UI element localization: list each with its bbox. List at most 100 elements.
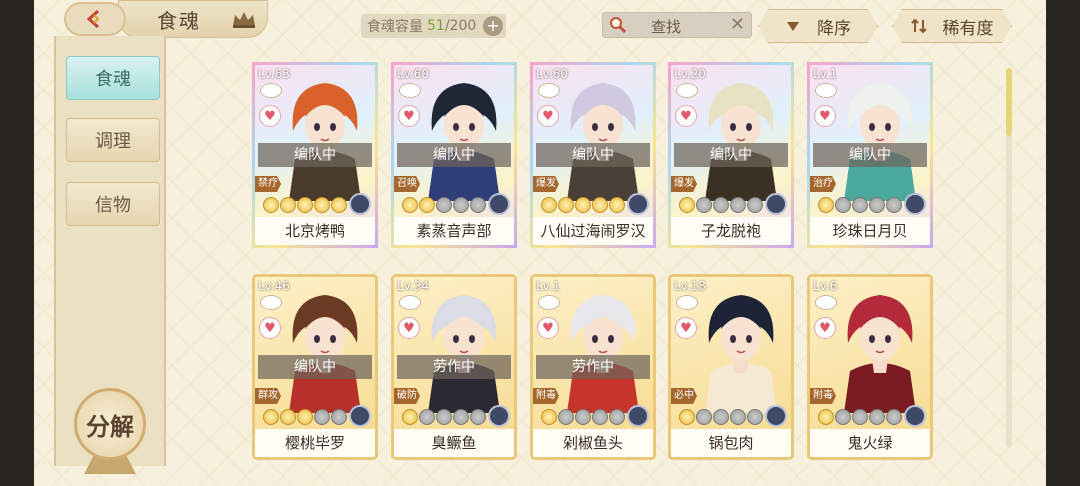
level-label: Lv.46 [258,279,290,293]
chibi-icon [815,295,837,310]
star-icon [402,197,418,213]
status-banner: 劳作中 [536,355,650,379]
food-soul-card[interactable]: Lv.1 ♥ 劳作中 附毒 剁椒鱼头 [530,274,656,460]
heart-icon[interactable]: ♥ [814,317,836,339]
star-empty-icon [609,409,625,425]
add-capacity-button[interactable]: + [483,16,503,36]
star-empty-icon [575,409,591,425]
star-icon [263,197,279,213]
star-empty-icon [730,409,746,425]
chibi-icon [260,83,282,98]
star-empty-icon [453,197,469,213]
star-icon [263,409,279,425]
decompose-button[interactable]: 分解 [74,388,146,460]
status-banner: 编队中 [813,143,927,167]
chibi-icon [260,295,282,310]
swap-sort-icon [911,18,927,34]
star-empty-icon [696,197,712,213]
back-arrow-icon [86,9,100,29]
star-empty-icon [331,409,347,425]
character-portrait [844,83,916,201]
chibi-icon [538,83,560,98]
page-title: 食魂 [157,8,201,33]
role-badge: 爆发 [533,176,559,192]
scrollbar-thumb[interactable] [1006,68,1012,136]
character-portrait [428,83,500,201]
star-icon [818,197,834,213]
food-soul-card[interactable]: Lv.1 ♥ 编队中 治疗 珍珠日月贝 [807,62,933,248]
star-empty-icon [835,197,851,213]
food-soul-card[interactable]: Lv.60 ♥ 编队中 召唤 素蒸音声部 [391,62,517,248]
rarity-medal-icon [488,193,510,215]
game-screen: 食魂 食魂容量 51 /200 + 查找 ✕ 降序 稀有度 食魂 调理 信物 分… [34,0,1046,486]
star-empty-icon [713,197,729,213]
role-badge: 召唤 [394,176,420,192]
sort-order-button[interactable]: 降序 [758,9,878,43]
food-soul-card[interactable]: Lv.60 ♥ 编队中 爆发 八仙过海闹罗汉 [530,62,656,248]
character-portrait [567,295,639,413]
star-rating [679,197,763,215]
star-icon [609,197,625,213]
star-empty-icon [470,409,486,425]
food-soul-name: 剁椒鱼头 [533,429,653,457]
food-soul-name: 八仙过海闹罗汉 [533,217,653,245]
heart-icon[interactable]: ♥ [398,317,420,339]
capacity-label: 食魂容量 [367,19,423,35]
character-portrait [289,83,361,201]
food-soul-card[interactable]: Lv.46 ♥ 编队中 群攻 樱桃毕罗 [252,274,378,460]
sidebar-item-label: 食魂 [95,69,131,90]
star-icon [331,197,347,213]
star-icon [575,197,591,213]
star-empty-icon [852,409,868,425]
heart-icon[interactable]: ♥ [259,317,281,339]
sidebar-item-tokens[interactable]: 信物 [66,182,160,226]
star-icon [280,197,296,213]
food-soul-card[interactable]: Lv.18 ♥ 必中 锅包肉 [668,274,794,460]
heart-icon[interactable]: ♥ [675,105,697,127]
food-soul-card[interactable]: Lv.20 ♥ 编队中 爆发 子龙脱袍 [668,62,794,248]
star-empty-icon [886,409,902,425]
star-empty-icon [558,409,574,425]
capacity-current: 51 [427,18,445,34]
star-empty-icon [869,197,885,213]
sort-by-button[interactable]: 稀有度 [892,9,1012,43]
character-portrait [289,295,361,413]
star-icon [297,197,313,213]
sort-by-label: 稀有度 [942,18,994,39]
clear-search-icon[interactable]: ✕ [730,14,745,35]
back-button[interactable] [64,2,126,36]
food-soul-grid: Lv.63 ♥ 编队中 禁疗 北京烤鸭 Lv.60 ♥ 编队中 召唤 素蒸音声部 Lv.60 ♥ 编队中… [252,62,933,462]
food-soul-card[interactable]: Lv.34 ♥ 劳作中 破防 臭鳜鱼 [391,274,517,460]
level-label: Lv.1 [536,279,561,293]
food-soul-card[interactable]: Lv.6 ♥ 附毒 鬼火绿 [807,274,933,460]
character-portrait [844,295,916,413]
star-empty-icon [419,409,435,425]
chibi-icon [676,295,698,310]
search-input[interactable]: 查找 ✕ [602,12,752,38]
top-bar: 食魂 食魂容量 51 /200 + 查找 ✕ 降序 稀有度 [34,0,1046,46]
star-icon [314,197,330,213]
level-label: Lv.34 [397,279,429,293]
star-icon [419,197,435,213]
sort-order-label: 降序 [817,18,851,39]
heart-icon[interactable]: ♥ [814,105,836,127]
crown-icon[interactable] [230,9,258,29]
heart-icon[interactable]: ♥ [398,105,420,127]
sidebar-item-food-souls[interactable]: 食魂 [66,56,160,100]
heart-icon[interactable]: ♥ [537,105,559,127]
rarity-medal-icon [349,193,371,215]
star-empty-icon [747,197,763,213]
heart-icon[interactable]: ♥ [675,317,697,339]
sidebar-item-cooking[interactable]: 调理 [66,118,160,162]
heart-icon[interactable]: ♥ [537,317,559,339]
star-rating [818,409,902,427]
star-empty-icon [696,409,712,425]
food-soul-card[interactable]: Lv.63 ♥ 编队中 禁疗 北京烤鸭 [252,62,378,248]
food-soul-name: 锅包肉 [671,429,791,457]
chibi-icon [399,295,421,310]
status-banner: 编队中 [397,143,511,167]
rarity-medal-icon [627,405,649,427]
heart-icon[interactable]: ♥ [259,105,281,127]
star-icon [679,197,695,213]
decompose-label: 分解 [86,412,134,441]
